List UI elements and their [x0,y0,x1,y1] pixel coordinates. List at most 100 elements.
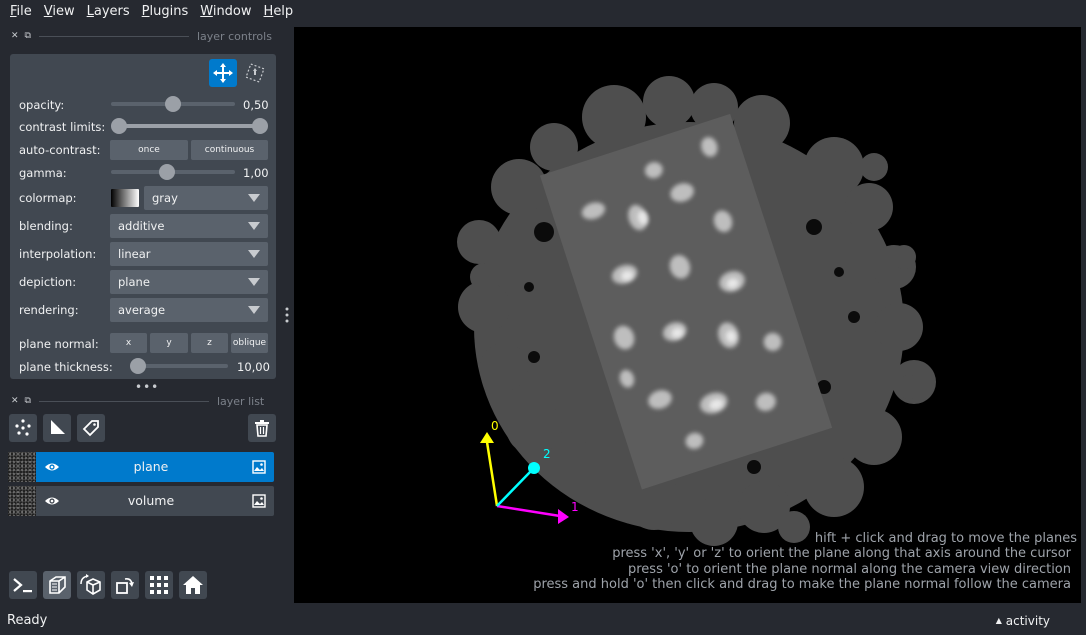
caret-up-icon: ▲ [995,616,1002,625]
layer-list-title: layer list [216,394,265,408]
rendering-select[interactable]: average [110,298,268,322]
contrast-limits-slider[interactable] [111,118,268,134]
axis-1-label: 1 [571,500,579,514]
transform-button[interactable] [241,59,269,87]
menu-layers[interactable]: Layers [81,0,136,24]
plane-thickness-slider[interactable] [130,358,228,374]
layer-row-plane[interactable]: plane [8,452,274,482]
blending-select[interactable]: additive [110,214,268,238]
axis-2-marker [528,462,540,474]
activity-toggle[interactable]: ▲ activity [996,614,1050,628]
menu-view[interactable]: View [38,0,81,24]
layer-controls-panel: opacity: 0,50 contrast limits: auto-cont… [10,54,276,379]
dock-float-icon[interactable]: ⧉ [25,31,31,41]
interpolation-select[interactable]: linear [110,242,268,266]
ndisplay-toggle-button[interactable] [43,571,71,599]
layer-thumbnail [8,486,36,516]
depiction-label: depiction: [19,275,77,289]
colormap-swatch [111,189,139,207]
contrast-limits-high-handle[interactable] [252,118,268,134]
colormap-label: colormap: [19,191,77,205]
new-shapes-icon [51,420,65,434]
grid-icon [150,576,168,594]
gamma-value: 1,00 [243,166,269,180]
plane-normal-y-button[interactable]: y [150,333,188,353]
contrast-limits-low-handle[interactable] [111,118,127,134]
interpolation-label: interpolation: [19,247,97,261]
layer-controls-title-bar: ✕ ⧉ layer controls [11,29,273,43]
console-button[interactable] [9,571,37,599]
chevron-down-icon [248,278,260,286]
gamma-slider-handle[interactable] [159,164,175,180]
title-divider [38,400,209,402]
depiction-select[interactable]: plane [110,270,268,294]
pan-zoom-icon [213,63,233,83]
plane-thickness-slider-handle[interactable] [130,358,146,374]
axis-1-arrow [558,509,569,524]
gamma-slider[interactable] [111,164,235,180]
menu-plugins[interactable]: Plugins [136,0,195,24]
colormap-select[interactable]: gray [144,186,268,210]
opacity-slider[interactable] [111,96,235,112]
dock-close-icon[interactable]: ✕ [11,31,19,41]
contrast-limits-label: contrast limits: [19,120,106,134]
layer-name[interactable]: volume [68,493,234,508]
dock-splitter-handle[interactable] [285,307,289,326]
opacity-label: opacity: [19,98,65,112]
volume-rendering: 0 1 2 [457,76,936,546]
new-points-button[interactable] [9,414,37,442]
plane-normal-label: plane normal: [19,337,99,351]
chevron-down-icon [248,306,260,314]
status-bar: Ready ▲ activity [0,607,1086,635]
menu-bar: File View Layers Plugins Window Help [0,0,1086,24]
layer-controls-title: layer controls [196,29,272,43]
pan-zoom-button[interactable] [209,59,237,87]
colormap-value: gray [152,191,178,205]
transpose-dims-button[interactable] [111,571,139,599]
axis-0-label: 0 [491,419,499,433]
blending-value: additive [118,219,165,233]
contrast-limits-range [119,124,260,128]
eye-icon[interactable] [44,460,60,477]
auto-contrast-once-button[interactable]: once [110,140,188,160]
plane-normal-x-button[interactable]: x [110,333,147,353]
axis-2-label: 2 [543,447,551,461]
delete-layer-button[interactable] [248,414,276,442]
ndisplay-3d-icon [49,576,66,594]
gamma-label: gamma: [19,166,67,180]
eye-icon[interactable] [44,494,60,511]
plane-normal-z-button[interactable]: z [191,333,228,353]
auto-contrast-label: auto-contrast: [19,143,101,157]
axis-0-line [485,441,499,507]
layer-row-volume[interactable]: volume [8,486,274,516]
viewer-canvas[interactable]: 0 1 2 hift + click and drag to move the … [294,27,1081,603]
new-labels-button[interactable] [77,414,105,442]
depiction-value: plane [118,275,150,289]
layer-name[interactable]: plane [68,459,234,474]
menu-file[interactable]: File [4,0,38,24]
home-icon [183,576,203,594]
roll-dims-button[interactable] [77,571,105,599]
hint-text-4: press and hold 'o' then click and drag t… [533,577,1071,592]
dock-float-icon[interactable]: ⧉ [25,396,31,406]
transpose-icon [116,578,134,594]
title-divider [38,35,189,37]
menu-window[interactable]: Window [194,0,257,24]
home-button[interactable] [179,571,207,599]
rendering-value: average [118,303,166,317]
dock-resize-handle[interactable]: ••• [135,380,159,394]
new-labels-icon [82,420,99,437]
image-icon [252,494,266,511]
hint-text-1: hift + click and drag to move the planes [814,531,1077,546]
plane-normal-oblique-button[interactable]: oblique [231,333,268,353]
auto-contrast-continuous-button[interactable]: continuous [191,140,268,160]
transform-icon [245,63,265,83]
menu-help[interactable]: Help [258,0,300,24]
grid-view-button[interactable] [145,571,173,599]
axis-0-arrow [480,432,494,443]
opacity-slider-handle[interactable] [165,96,181,112]
axis-2-line [496,469,533,507]
new-shapes-button[interactable] [43,414,71,442]
plane-thickness-label: plane thickness: [19,360,113,374]
dock-close-icon[interactable]: ✕ [11,396,19,406]
